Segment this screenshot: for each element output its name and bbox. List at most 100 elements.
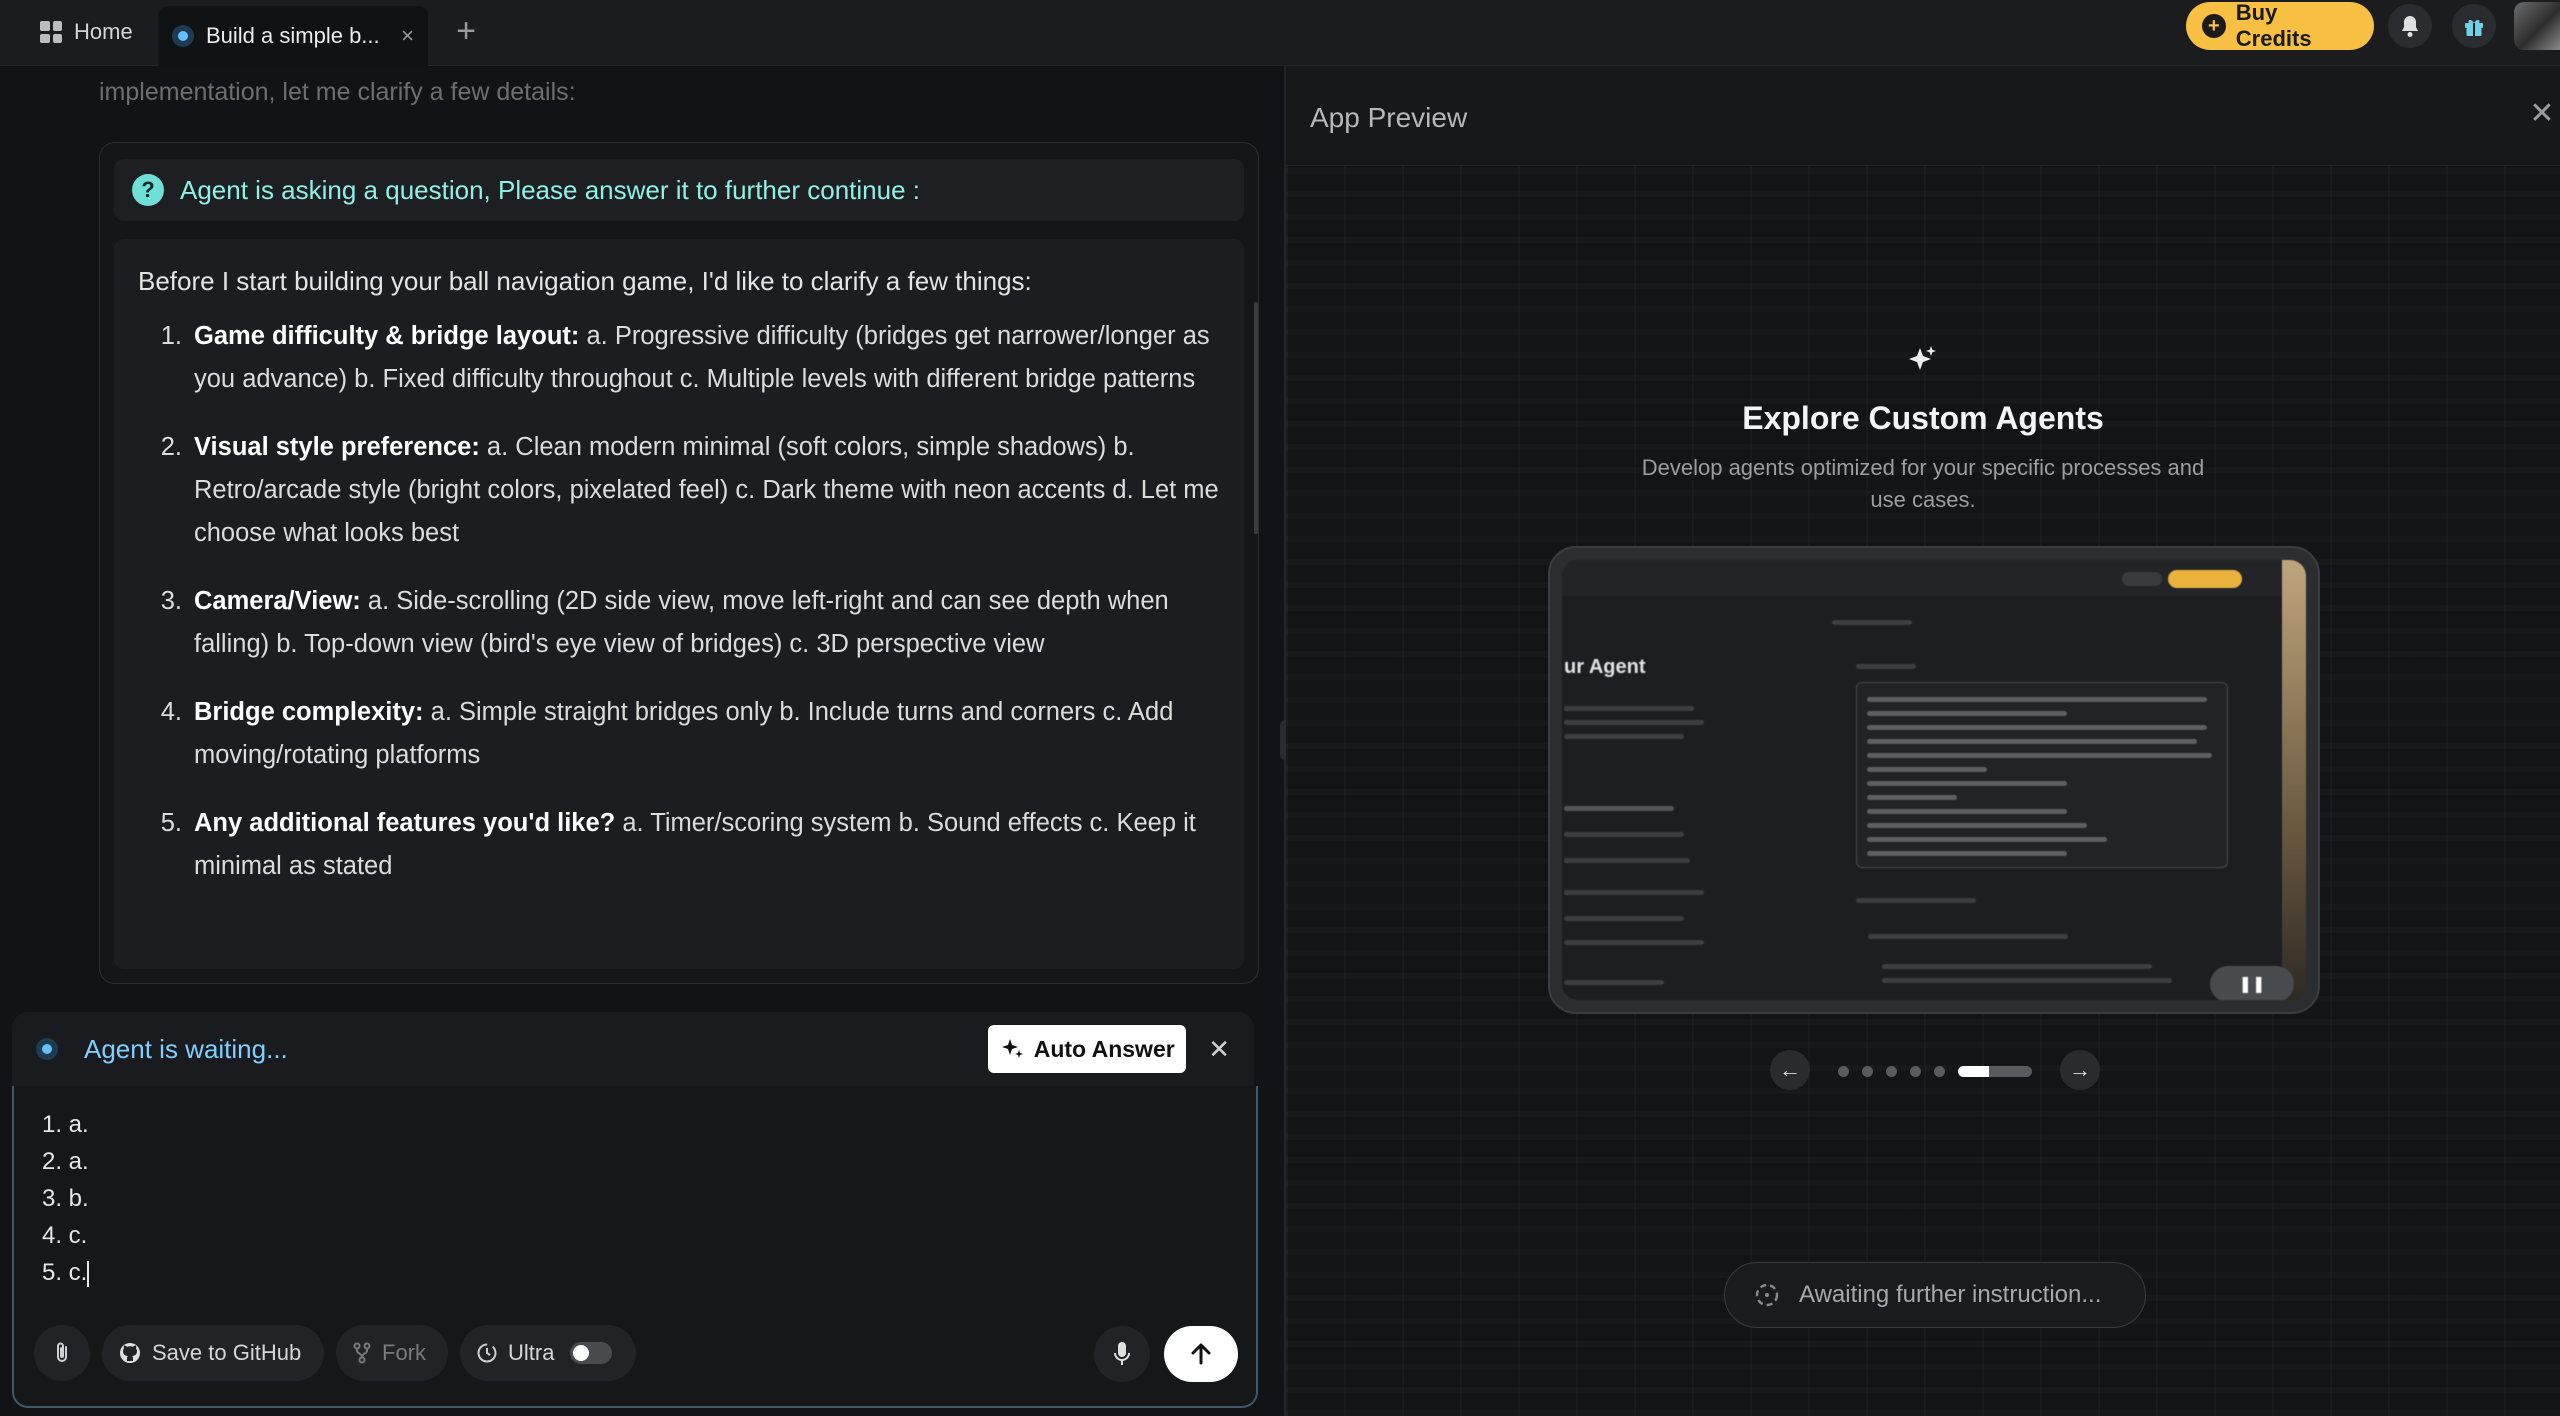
list-item-number: 1.	[160, 322, 182, 350]
mini-line	[1867, 725, 2207, 730]
mini-line	[1882, 978, 2172, 983]
carousel-dot[interactable]	[1910, 1066, 1921, 1077]
loading-spinner-icon	[1755, 1283, 1779, 1307]
attach-file-button[interactable]	[34, 1325, 90, 1381]
question-body: Before I start building your ball naviga…	[114, 239, 1244, 969]
paperclip-icon	[57, 1342, 67, 1362]
fork-button[interactable]: Fork	[336, 1325, 448, 1381]
carousel-dot[interactable]	[1886, 1066, 1897, 1077]
mini-line	[1882, 964, 2152, 969]
gift-icon[interactable]	[2452, 4, 2496, 48]
tab-active-project[interactable]: Build a simple b... ×	[158, 6, 428, 66]
auto-answer-label: Auto Answer	[1033, 1035, 1175, 1062]
answer-textarea[interactable]: 1. a. 2. a. 3. b. 4. c. 5. c.	[42, 1106, 90, 1291]
mini-line	[1856, 898, 1976, 903]
preview-screen: ur Agent ❚❚	[1562, 560, 2306, 1000]
mini-line	[1564, 734, 1684, 739]
list-item: 4. Bridge complexity: a. Simple straight …	[138, 691, 1220, 777]
notification-bell-icon[interactable]	[2388, 4, 2432, 48]
fork-icon	[353, 1342, 371, 1364]
mini-line	[1867, 781, 2067, 786]
buy-credits-label: Buy Credits	[2235, 0, 2312, 51]
list-item-number: 2.	[160, 433, 182, 461]
tab-title: Build a simple b...	[206, 23, 380, 48]
question-intro: Before I start building your ball naviga…	[138, 266, 1032, 296]
mini-line	[1564, 720, 1704, 725]
carousel-dot-active[interactable]	[1958, 1066, 2032, 1077]
sparkle-icon	[1001, 1039, 1023, 1058]
agent-waiting-bar: Agent is waiting... Auto Answer ✕	[12, 1012, 1254, 1086]
mini-line	[1564, 940, 1704, 945]
list-item-title: Camera/View:	[194, 587, 361, 615]
buy-credits-button[interactable]: + Buy Credits	[2186, 0, 2374, 51]
mini-line	[1867, 837, 2107, 842]
mini-line	[1867, 823, 2087, 828]
send-button[interactable]	[1164, 1326, 1238, 1382]
awaiting-text: Awaiting further instruction...	[1799, 1281, 2102, 1308]
list-item-text: Camera/View: a. Side-scrolling (2D side …	[194, 580, 1220, 666]
carousel-dots	[1838, 1066, 2032, 1077]
list-item-title: Game difficulty & bridge layout:	[194, 322, 580, 350]
mini-agent-heading: ur Agent	[1564, 656, 1646, 678]
tab-home[interactable]: Home	[26, 10, 147, 54]
ultra-toggle-switch[interactable]	[570, 1342, 613, 1364]
explore-subtitle: Develop agents optimized for your specif…	[1641, 455, 2205, 512]
list-item-number: 4.	[160, 698, 182, 726]
top-bar: Home Build a simple b... × + + Buy Credi…	[0, 0, 2560, 66]
tab-home-label: Home	[74, 19, 133, 44]
answer-line: 2. a.	[42, 1148, 89, 1175]
list-item-number: 3.	[160, 587, 182, 615]
user-avatar[interactable]	[2514, 2, 2560, 50]
mini-line	[1564, 890, 1704, 895]
text-caret	[87, 1260, 90, 1287]
preview-device-frame: ur Agent ❚❚	[1548, 546, 2320, 1014]
plus-circle-icon: +	[2202, 14, 2226, 38]
carousel-prev-button[interactable]: ←	[1770, 1050, 1810, 1090]
mini-line	[1832, 620, 1912, 625]
mini-line	[1867, 697, 2207, 702]
ultra-mode-toggle[interactable]: Ultra	[460, 1325, 636, 1381]
mini-line	[1564, 980, 1664, 985]
mini-credits-chip	[2122, 572, 2162, 586]
carousel-dot[interactable]	[1838, 1066, 1849, 1077]
carousel-dot[interactable]	[1934, 1066, 1945, 1077]
list-item-title: Any additional features you'd like?	[194, 809, 616, 837]
chat-scrollbar[interactable]	[1254, 302, 1258, 534]
mini-prompt-box	[1856, 682, 2228, 868]
microphone-button[interactable]	[1094, 1326, 1150, 1382]
question-list: 1. Game difficulty & bridge layout: a. Pr…	[138, 315, 1220, 888]
previous-message-text: implementation, let me clarify a few det…	[99, 78, 576, 106]
answer-line: 5. c.	[42, 1254, 90, 1291]
mini-buy-credits	[2168, 570, 2242, 588]
dismiss-close-icon[interactable]: ✕	[1208, 1034, 1230, 1065]
mini-line	[1564, 806, 1674, 811]
mini-line	[1867, 711, 2067, 716]
pause-video-button[interactable]: ❚❚	[2210, 966, 2294, 1000]
app-preview-title: App Preview	[1310, 102, 1468, 133]
arrow-up-icon	[1191, 1343, 1211, 1365]
tab-close-icon[interactable]: ×	[401, 23, 414, 49]
preview-carousel: ← →	[1770, 1046, 2110, 1094]
close-preview-icon[interactable]: ✕	[2524, 94, 2560, 134]
mini-line	[1564, 832, 1684, 837]
mini-line	[1867, 739, 2197, 744]
app-preview-pane: App Preview ✕ Explore Custom Agents Deve…	[1286, 66, 2560, 1416]
sparkle-icon	[1909, 346, 1936, 370]
mini-line	[1564, 916, 1684, 921]
ultra-clock-icon	[477, 1343, 497, 1363]
carousel-next-button[interactable]: →	[2060, 1050, 2100, 1090]
ultra-label: Ultra	[508, 1340, 555, 1365]
carousel-dot[interactable]	[1862, 1066, 1873, 1077]
fork-label: Fork	[382, 1340, 426, 1365]
mini-line	[1564, 706, 1694, 711]
list-item-title: Bridge complexity:	[194, 698, 424, 726]
list-item: 3. Camera/View: a. Side-scrolling (2D sid…	[138, 580, 1220, 666]
answer-line: 4. c.	[42, 1222, 88, 1249]
new-tab-button[interactable]: +	[448, 12, 484, 52]
chat-pane: implementation, let me clarify a few det…	[0, 66, 1284, 1416]
app-preview-header: App Preview ✕	[1286, 66, 2560, 166]
list-item: 1. Game difficulty & bridge layout: a. Pr…	[138, 315, 1220, 401]
list-item-text: Bridge complexity: a. Simple straight br…	[194, 691, 1220, 777]
save-to-github-button[interactable]: Save to GitHub	[102, 1325, 324, 1381]
auto-answer-button[interactable]: Auto Answer	[988, 1025, 1187, 1073]
